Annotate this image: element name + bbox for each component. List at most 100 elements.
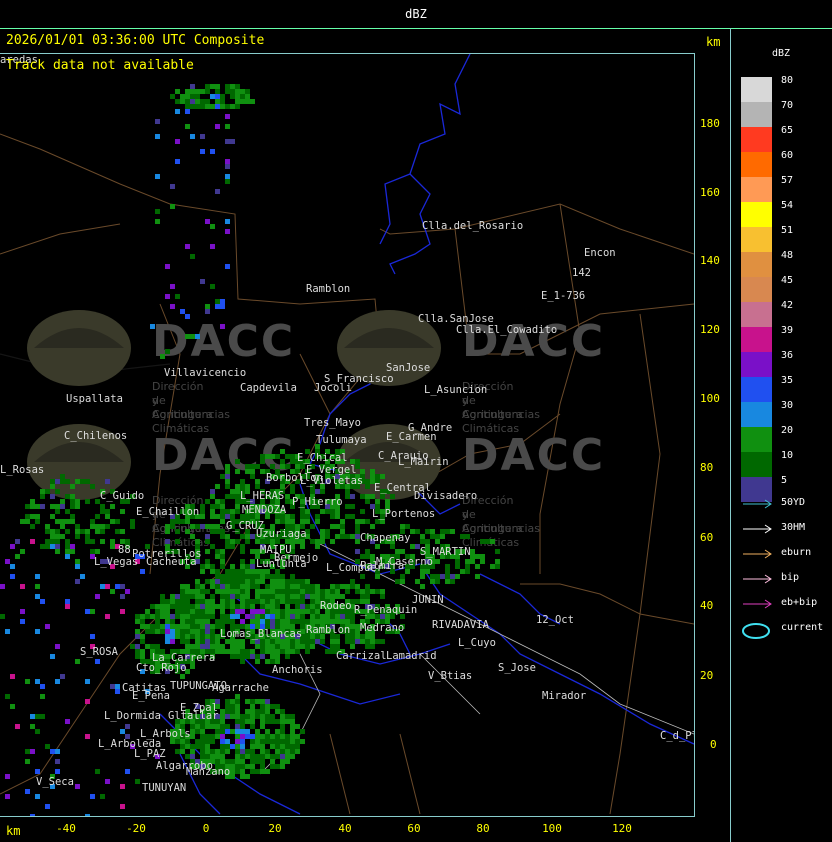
radar-map[interactable]: DACC Dirección de Agricultura y Contingenc…: [0, 53, 695, 817]
echo-cell: [55, 769, 60, 774]
echo-cell: [215, 554, 220, 559]
echo-cell: [220, 509, 225, 514]
echo-cell: [165, 624, 170, 629]
echo-cell: [65, 479, 70, 484]
echo-cell: [10, 674, 15, 679]
echo-cell: [255, 654, 260, 659]
legend-value: 36: [781, 350, 794, 361]
echo-cell: [140, 639, 145, 644]
echo-cell: [170, 304, 175, 309]
echo-cell: [345, 584, 350, 589]
echo-cell: [165, 539, 170, 544]
place-label: L_PAZ: [134, 748, 166, 760]
echo-cell: [165, 604, 170, 609]
echo-cell: [225, 709, 230, 714]
echo-cell: [135, 644, 140, 649]
echo-cell: [285, 579, 290, 584]
echo-cell: [270, 739, 275, 744]
echo-cell: [300, 599, 305, 604]
place-label: Divisadero: [414, 490, 478, 502]
echo-cell: [35, 629, 40, 634]
echo-cell: [180, 634, 185, 639]
echo-cell: [315, 539, 320, 544]
echo-cell: [170, 524, 175, 529]
place-label: C_d_Plata: [660, 730, 694, 742]
echo-cell: [415, 529, 420, 534]
echo-cell: [95, 529, 100, 534]
echo-cell: [190, 134, 195, 139]
echo-cell: [260, 719, 265, 724]
echo-cell: [435, 539, 440, 544]
echo-cell: [20, 549, 25, 554]
echo-cell: [370, 474, 375, 479]
echo-cell: [240, 609, 245, 614]
echo-cell: [180, 619, 185, 624]
echo-cell: [145, 629, 150, 634]
echo-cell: [55, 509, 60, 514]
place-label: L_Portenos: [372, 508, 436, 520]
echo-cell: [360, 494, 365, 499]
echo-cell: [340, 524, 345, 529]
echo-cell: [55, 549, 60, 554]
echo-cell: [235, 609, 240, 614]
legend-value: 70: [781, 100, 794, 111]
echo-cell: [485, 539, 490, 544]
echo-cell: [450, 529, 455, 534]
legend-swatch: [741, 202, 772, 227]
echo-cell: [290, 579, 295, 584]
echo-cell: [30, 814, 35, 816]
echo-cell: [305, 639, 310, 644]
place-label: S_ROSA: [80, 646, 118, 658]
echo-cell: [90, 549, 95, 554]
echo-cell: [235, 739, 240, 744]
echo-cell: [200, 629, 205, 634]
echo-cell: [205, 89, 210, 94]
echo-cell: [380, 639, 385, 644]
echo-cell: [205, 739, 210, 744]
echo-cell: [295, 614, 300, 619]
echo-cell: [120, 729, 125, 734]
echo-cell: [70, 514, 75, 519]
echo-cell: [255, 754, 260, 759]
echo-cell: [55, 519, 60, 524]
echo-cell: [270, 454, 275, 459]
echo-cell: [495, 564, 500, 569]
echo-cell: [190, 754, 195, 759]
echo-cell: [330, 514, 335, 519]
arrow-icon: [743, 524, 772, 534]
legend-swatch: [741, 102, 772, 127]
place-label: Lamadrid: [386, 650, 437, 662]
echo-cell: [470, 554, 475, 559]
echo-cell: [315, 519, 320, 524]
echo-cell: [425, 569, 430, 574]
echo-cell: [230, 709, 235, 714]
echo-cell: [225, 174, 230, 179]
track-label: 50YD: [781, 497, 806, 508]
echo-cell: [210, 504, 215, 509]
echo-cell: [270, 574, 275, 579]
echo-cell: [245, 534, 250, 539]
echo-cell: [75, 784, 80, 789]
echo-cell: [160, 354, 165, 359]
echo-cell: [245, 574, 250, 579]
echo-cell: [480, 554, 485, 559]
y-tick-label: 20: [700, 669, 714, 682]
echo-cell: [275, 744, 280, 749]
echo-cell: [230, 564, 235, 569]
echo-cell: [105, 614, 110, 619]
echo-cell: [240, 564, 245, 569]
echo-cell: [190, 594, 195, 599]
echo-cell: [260, 649, 265, 654]
echo-cell: [270, 649, 275, 654]
echo-cell: [90, 519, 95, 524]
echo-cell: [255, 729, 260, 734]
echo-cell: [215, 549, 220, 554]
echo-cell: [25, 759, 30, 764]
echo-cell: [280, 594, 285, 599]
echo-cell: [185, 594, 190, 599]
echo-cell: [250, 739, 255, 744]
echo-cell: [205, 309, 210, 314]
echo-cell: [395, 579, 400, 584]
echo-cell: [150, 629, 155, 634]
echo-cell: [215, 724, 220, 729]
